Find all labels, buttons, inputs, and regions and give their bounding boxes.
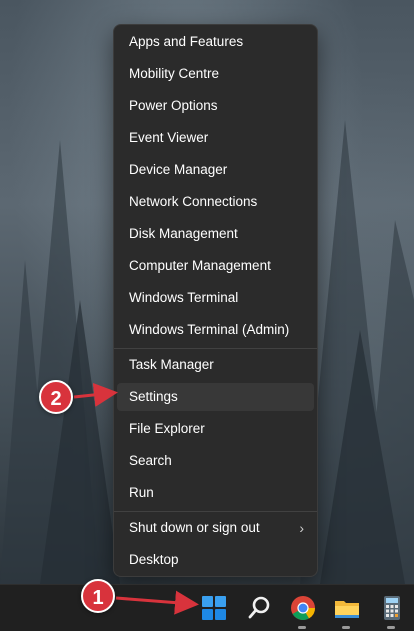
file-explorer-icon[interactable] xyxy=(332,593,362,623)
chrome-icon[interactable] xyxy=(288,593,318,623)
menu-item-shut-down-or-sign-out[interactable]: Shut down or sign out › xyxy=(117,514,314,542)
menu-item-computer-management[interactable]: Computer Management xyxy=(117,252,314,280)
running-indicator xyxy=(342,626,350,629)
running-indicator xyxy=(387,626,395,629)
menu-item-event-viewer[interactable]: Event Viewer xyxy=(117,124,314,152)
menu-item-mobility-centre[interactable]: Mobility Centre xyxy=(117,60,314,88)
menu-item-run[interactable]: Run xyxy=(117,479,314,507)
step-marker-2: 2 xyxy=(39,380,73,414)
winx-context-menu: Apps and Features Mobility Centre Power … xyxy=(113,24,318,577)
calculator-icon[interactable] xyxy=(377,593,407,623)
menu-item-label: Shut down or sign out xyxy=(129,520,260,535)
menu-item-file-explorer[interactable]: File Explorer xyxy=(117,415,314,443)
menu-item-apps-and-features[interactable]: Apps and Features xyxy=(117,28,314,56)
chevron-right-icon: › xyxy=(299,520,304,536)
menu-item-network-connections[interactable]: Network Connections xyxy=(117,188,314,216)
menu-item-search[interactable]: Search xyxy=(117,447,314,475)
menu-item-task-manager[interactable]: Task Manager xyxy=(117,351,314,379)
step-marker-1: 1 xyxy=(81,579,115,613)
menu-separator xyxy=(114,511,317,512)
menu-item-settings[interactable]: Settings xyxy=(117,383,314,411)
menu-item-device-manager[interactable]: Device Manager xyxy=(117,156,314,184)
menu-item-desktop[interactable]: Desktop xyxy=(117,546,314,574)
running-indicator xyxy=(298,626,306,629)
search-icon[interactable] xyxy=(244,593,274,623)
menu-item-disk-management[interactable]: Disk Management xyxy=(117,220,314,248)
menu-separator xyxy=(114,348,317,349)
taskbar xyxy=(0,584,414,631)
menu-item-windows-terminal[interactable]: Windows Terminal xyxy=(117,284,314,312)
menu-item-windows-terminal-admin[interactable]: Windows Terminal (Admin) xyxy=(117,316,314,344)
windows-start-icon[interactable] xyxy=(199,593,229,623)
menu-item-power-options[interactable]: Power Options xyxy=(117,92,314,120)
